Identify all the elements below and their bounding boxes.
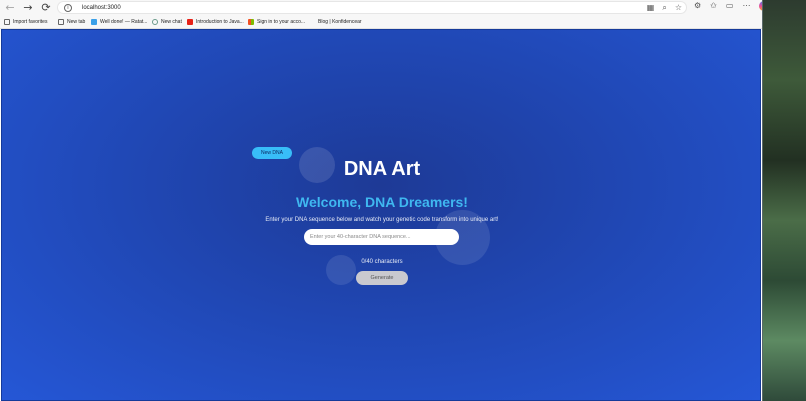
bookmark-new-chat[interactable]: New chat bbox=[152, 18, 182, 26]
bookmark-label: Well done! — Ratat... bbox=[100, 19, 148, 25]
favorites-icon[interactable]: ✩ bbox=[710, 1, 717, 11]
dna-sequence-input[interactable] bbox=[304, 229, 459, 245]
address-bar[interactable]: i localhost:3000 ▦ ⌕ ☆ bbox=[57, 1, 687, 14]
desktop-wallpaper bbox=[762, 0, 806, 401]
bookmark-label: Sign in to your acco... bbox=[257, 19, 306, 25]
reload-icon[interactable]: ⟳ bbox=[37, 1, 55, 15]
chat-icon bbox=[152, 19, 158, 25]
bookmark-new-tab[interactable]: New tab bbox=[58, 18, 85, 26]
new-dna-button[interactable]: New DNA bbox=[252, 147, 292, 159]
tab-icon bbox=[58, 19, 64, 25]
zoom-icon[interactable]: ⌕ bbox=[662, 3, 666, 13]
bookmark-label: Blog | Konfidencear bbox=[318, 19, 362, 25]
bookmark-label: Introduction to Java... bbox=[196, 19, 244, 25]
window-edge bbox=[762, 0, 763, 401]
welcome-heading: Welcome, DNA Dreamers! bbox=[296, 194, 468, 210]
site-icon bbox=[91, 19, 97, 25]
forward-arrow-icon[interactable]: → bbox=[19, 1, 37, 15]
bookmarks-bar: Import favorites New tab Well done! — Ra… bbox=[0, 15, 762, 29]
more-menu-icon[interactable]: ⋯ bbox=[742, 1, 750, 11]
extensions-icon[interactable]: ⚙ bbox=[694, 1, 701, 11]
character-counter: 0/40 characters bbox=[361, 259, 403, 265]
bookmark-well-done[interactable]: Well done! — Ratat... bbox=[91, 18, 147, 26]
bookmark-label: Import favorites bbox=[13, 19, 48, 25]
back-arrow-icon[interactable]: ← bbox=[1, 1, 19, 15]
generate-button[interactable]: Generate bbox=[356, 271, 408, 285]
bookmark-introduction-java[interactable]: Introduction to Java... bbox=[187, 18, 244, 26]
microsoft-icon bbox=[248, 19, 254, 25]
bookmark-blog[interactable]: Blog | Konfidencear bbox=[318, 18, 362, 26]
import-icon bbox=[4, 19, 10, 25]
favorite-star-icon[interactable]: ☆ bbox=[675, 3, 682, 13]
apps-grid-icon[interactable]: ▦ bbox=[647, 3, 655, 13]
split-screen-icon[interactable]: ▭ bbox=[726, 1, 734, 11]
bookmark-label: New tab bbox=[67, 19, 86, 25]
description-text: Enter your DNA sequence below and watch … bbox=[265, 217, 499, 223]
app-page: New DNA DNA Art Welcome, DNA Dreamers! E… bbox=[1, 29, 761, 401]
site-info-icon[interactable]: i bbox=[64, 3, 72, 12]
youtube-icon bbox=[187, 19, 193, 25]
browser-toolbar: ← → ⟳ i localhost:3000 ▦ ⌕ ☆ ⚙ ✩ ▭ ⋯ bbox=[0, 0, 770, 15]
page-title: DNA Art bbox=[343, 158, 421, 180]
bookmark-sign-in[interactable]: Sign in to your acco... bbox=[248, 18, 305, 26]
url-text[interactable]: localhost:3000 bbox=[82, 5, 121, 11]
bookmark-label: New chat bbox=[161, 19, 182, 25]
bookmark-import-favorites[interactable]: Import favorites bbox=[4, 18, 47, 26]
